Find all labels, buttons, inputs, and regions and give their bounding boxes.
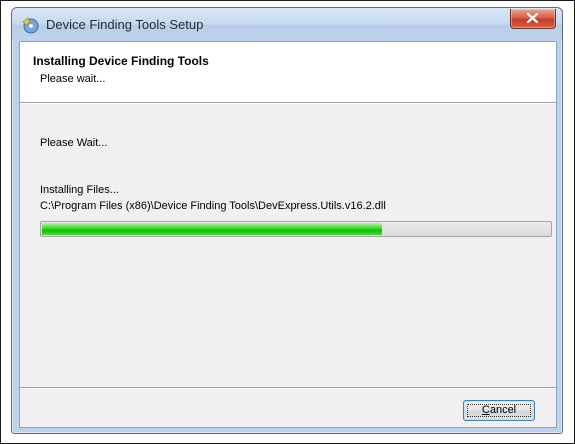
current-file-path: C:\Program Files (x86)\Device Finding To… [40, 200, 386, 212]
wizard-header: Installing Device Finding Tools Please w… [20, 42, 556, 103]
action-text: Installing Files... [40, 184, 119, 196]
cancel-button[interactable]: Cancel [463, 400, 535, 421]
progress-fill [42, 223, 382, 235]
close-icon [527, 13, 538, 23]
install-progress-bar [40, 221, 552, 237]
close-button[interactable] [510, 9, 556, 29]
focus-rect [467, 404, 531, 417]
window-title: Device Finding Tools Setup [46, 17, 204, 32]
status-text: Please Wait... [40, 137, 108, 149]
screenshot-frame: Device Finding Tools Setup Installing De… [0, 0, 575, 444]
setup-window: Device Finding Tools Setup Installing De… [11, 7, 563, 434]
page-title: Installing Device Finding Tools [33, 54, 209, 68]
title-bar[interactable]: Device Finding Tools Setup [12, 8, 562, 41]
footer-divider [20, 387, 556, 389]
wizard-client-area: Installing Device Finding Tools Please w… [19, 41, 557, 428]
header-divider [20, 103, 556, 104]
installer-icon [22, 17, 39, 34]
page-subtitle: Please wait... [40, 73, 106, 85]
